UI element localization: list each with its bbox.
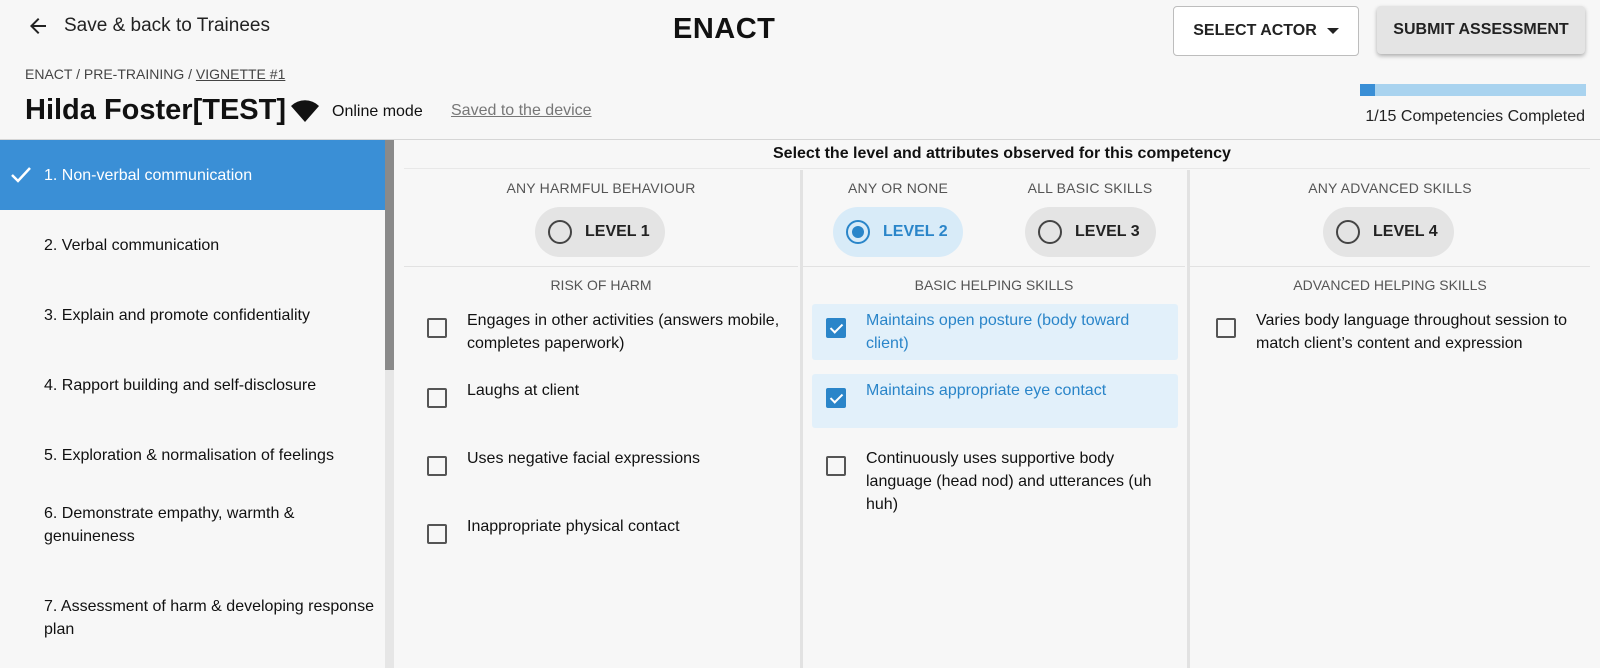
select-actor-dropdown[interactable]: SELECT ACTOR — [1173, 6, 1359, 56]
arrow-left-icon — [30, 18, 46, 34]
attribute-label: Varies body language throughout session … — [1256, 312, 1568, 352]
attribute-checkbox[interactable]: Engages in other activities (answers mob… — [412, 304, 792, 360]
checkbox-icon — [427, 524, 447, 544]
trainee-name: Hilda Foster[TEST] — [25, 94, 287, 126]
progress-label: 1/15 Competencies Completed — [1365, 108, 1585, 125]
level-4-label: LEVEL 4 — [1373, 223, 1438, 240]
sidebar-item-label: 6. Demonstrate empathy, warmth & genuine… — [44, 505, 295, 545]
save-status-link[interactable]: Saved to the device — [451, 102, 592, 120]
sidebar-item-verbal-communication[interactable]: 2. Verbal communication — [0, 210, 385, 280]
attribute-checkbox[interactable]: Continuously uses supportive body langua… — [812, 442, 1178, 522]
breadcrumb-separator: / — [184, 66, 196, 82]
connection-mode: Online mode — [290, 100, 423, 124]
level-1-label: LEVEL 1 — [585, 223, 650, 240]
progress-fill — [1360, 84, 1376, 96]
level-4-category: ANY ADVANCED SKILLS — [1308, 180, 1472, 196]
attribute-checkbox[interactable]: Laughs at client — [412, 374, 792, 426]
attribute-checkbox[interactable]: Inappropriate physical contact — [412, 510, 792, 562]
breadcrumb-enact: ENACT — [25, 66, 73, 82]
sidebar-item-label: 5. Exploration & normalisation of feelin… — [44, 446, 334, 464]
submit-assessment-button[interactable]: SUBMIT ASSESSMENT — [1377, 6, 1585, 54]
basic-helping-skills-heading: BASIC HELPING SKILLS — [914, 277, 1074, 293]
attribute-label: Maintains appropriate eye contact — [866, 382, 1107, 399]
wifi-icon — [291, 100, 319, 122]
attribute-label: Continuously uses supportive body langua… — [866, 450, 1152, 513]
level-2-category: ANY OR NONE — [848, 180, 948, 196]
checkbox-checked-icon — [826, 388, 846, 408]
sidebar-item-confidentiality[interactable]: 3. Explain and promote confidentiality — [0, 280, 385, 350]
radio-icon — [1336, 220, 1360, 244]
sidebar-item-non-verbal-communication[interactable]: 1. Non-verbal communication — [0, 140, 385, 210]
column-divider — [1187, 170, 1190, 668]
sidebar-item-assessment-of-harm[interactable]: 7. Assessment of harm & developing respo… — [0, 583, 385, 653]
sidebar-item-label: 2. Verbal communication — [44, 236, 220, 254]
risk-of-harm-heading: RISK OF HARM — [550, 277, 652, 293]
divider — [803, 266, 1185, 267]
column-divider — [800, 170, 803, 668]
level-1-radio[interactable]: LEVEL 1 — [535, 207, 665, 257]
sidebar-scrollbar[interactable] — [385, 140, 394, 370]
radio-selected-icon — [846, 220, 870, 244]
attribute-checkbox[interactable]: Uses negative facial expressions — [412, 442, 792, 494]
sidebar-item-label: 4. Rapport building and self-disclosure — [44, 376, 317, 394]
divider — [404, 266, 798, 267]
attribute-label: Engages in other activities (answers mob… — [467, 312, 780, 352]
breadcrumb-vignette[interactable]: VIGNETTE #1 — [196, 66, 285, 82]
sidebar-item-label: 3. Explain and promote confidentiality — [44, 306, 310, 324]
level-3-category: ALL BASIC SKILLS — [1027, 180, 1153, 196]
attribute-label: Inappropriate physical contact — [467, 518, 680, 535]
attribute-checkbox[interactable]: Varies body language throughout session … — [1200, 304, 1588, 360]
checkbox-icon — [826, 456, 846, 476]
divider — [404, 168, 1590, 169]
attribute-label: Laughs at client — [467, 382, 580, 399]
attribute-label: Maintains open posture (body toward clie… — [866, 312, 1130, 352]
level-4-radio[interactable]: LEVEL 4 — [1323, 207, 1454, 257]
attribute-label: Uses negative facial expressions — [467, 450, 701, 467]
sidebar-item-exploration-feelings[interactable]: 5. Exploration & normalisation of feelin… — [0, 420, 385, 490]
breadcrumb: ENACT / PRE-TRAINING / VIGNETTE #1 — [25, 66, 285, 82]
attribute-checkbox-checked[interactable]: Maintains open posture (body toward clie… — [812, 304, 1178, 360]
level-3-label: LEVEL 3 — [1075, 223, 1140, 240]
checkbox-checked-icon — [826, 318, 846, 338]
checkbox-icon — [1216, 318, 1236, 338]
breadcrumb-separator: / — [72, 66, 84, 82]
checkbox-icon — [427, 456, 447, 476]
breadcrumb-pre-training: PRE-TRAINING — [83, 66, 185, 82]
app-title: ENACT — [673, 13, 776, 45]
divider — [1190, 266, 1590, 267]
attribute-checkbox-checked[interactable]: Maintains appropriate eye contact — [812, 374, 1178, 428]
advanced-helping-skills-heading: ADVANCED HELPING SKILLS — [1293, 277, 1487, 293]
level-2-radio[interactable]: LEVEL 2 — [833, 207, 963, 257]
checkmark-icon — [11, 167, 31, 183]
checkbox-icon — [427, 318, 447, 338]
back-link-label: Save & back to Trainees — [64, 15, 270, 36]
select-actor-label: SELECT ACTOR — [1193, 22, 1317, 39]
sidebar-item-empathy[interactable]: 6. Demonstrate empathy, warmth & genuine… — [0, 490, 385, 560]
competency-progress-bar — [1360, 84, 1586, 96]
instruction-heading: Select the level and attributes observed… — [773, 145, 1231, 162]
sidebar-item-label: 7. Assessment of harm & developing respo… — [44, 598, 374, 638]
sidebar-item-rapport-building[interactable]: 4. Rapport building and self-disclosure — [0, 350, 385, 420]
sidebar-item-label: 1. Non-verbal communication — [44, 166, 253, 184]
level-3-radio[interactable]: LEVEL 3 — [1025, 207, 1156, 257]
level-2-label: LEVEL 2 — [883, 223, 948, 240]
submit-assessment-label: SUBMIT ASSESSMENT — [1393, 21, 1569, 38]
radio-icon — [1038, 220, 1062, 244]
competency-sidebar: 1. Non-verbal communication 2. Verbal co… — [0, 140, 394, 668]
checkbox-icon — [427, 388, 447, 408]
mode-label: Online mode — [332, 103, 423, 120]
caret-down-icon — [1326, 28, 1339, 34]
radio-icon — [548, 220, 572, 244]
back-to-trainees-link[interactable]: Save & back to Trainees — [26, 14, 270, 38]
level-1-category: ANY HARMFUL BEHAVIOUR — [506, 180, 696, 196]
